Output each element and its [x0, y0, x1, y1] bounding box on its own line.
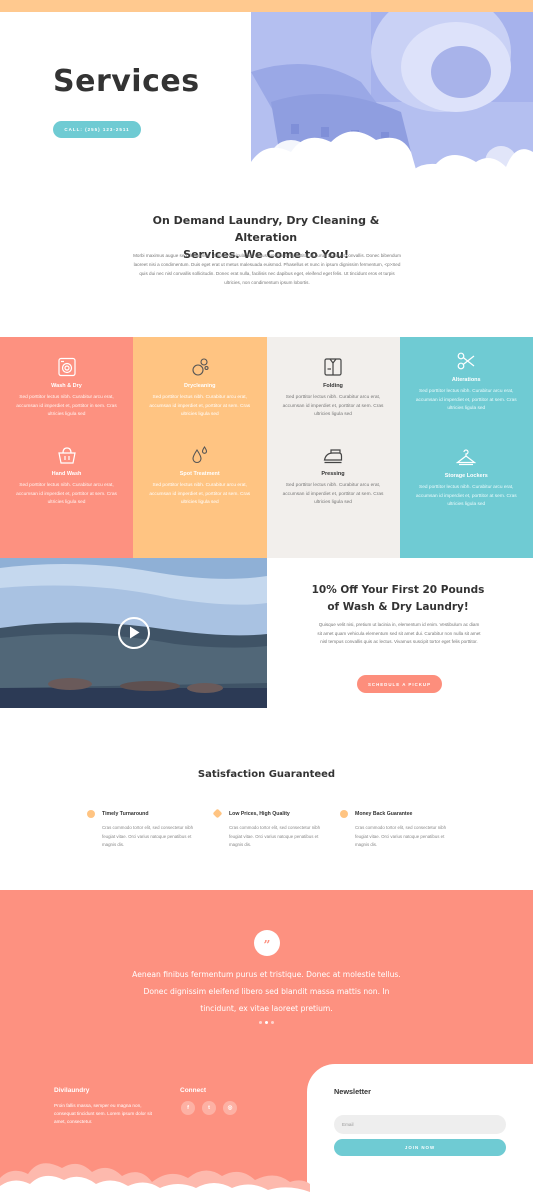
service-card: Folding Sed porttitor lectus nibh. Curab… — [267, 357, 400, 420]
service-name: Storage Lockers — [444, 473, 488, 479]
feature-desc: Cras commodo tortor elit, sed consectetu… — [102, 825, 194, 847]
service-card: Storage Lockers Sed porttitor lectus nib… — [400, 447, 533, 510]
call-button[interactable]: CALL: (255) 123-2511 — [53, 121, 141, 138]
service-card: Hand Wash Sed porttitor lectus nibh. Cur… — [0, 445, 133, 508]
footer-brand-text: Proin fallis massa, semper eu magna non,… — [54, 1103, 152, 1125]
service-name: Wash & Dry — [51, 383, 82, 389]
quote-line2: Donec dignissim eleifend libero sed blan… — [143, 987, 390, 996]
email-field[interactable]: Email — [334, 1115, 506, 1134]
service-desc: Sed porttitor lectus nibh. Curabitur arc… — [149, 395, 251, 418]
facebook-icon[interactable]: f — [181, 1101, 195, 1115]
instagram-icon[interactable]: ◎ — [223, 1101, 237, 1115]
decorative-clouds — [0, 1152, 310, 1196]
service-desc: Sed porttitor lectus nibh. Curabitur arc… — [282, 395, 384, 418]
slider-dot[interactable] — [259, 1021, 262, 1024]
twitter-icon[interactable]: t — [202, 1101, 216, 1115]
schedule-pickup-button[interactable]: SCHEDULE A PICKUP — [357, 675, 442, 693]
promo-text: Quisque velit nisi, pretium ut lacinia i… — [317, 622, 481, 645]
slider-dot-active[interactable] — [265, 1021, 268, 1024]
slider-dot[interactable] — [271, 1021, 274, 1024]
bubbles-icon — [190, 357, 210, 377]
service-name: Spot Treatment — [179, 471, 220, 477]
page-title: Services — [53, 64, 200, 99]
service-card: Spot Treatment Sed porttitor lectus nibh… — [133, 445, 266, 508]
service-desc: Sed porttitor lectus nibh. Curabitur arc… — [149, 483, 251, 506]
feature-title: Timely Turnaround — [102, 811, 149, 817]
promo-heading-line1: 10% Off Your First 20 Pounds — [311, 584, 485, 596]
intro-text: Morbi maximus augue sed dui cursus, ut a… — [133, 253, 401, 285]
quote-icon: ” — [254, 930, 280, 956]
service-desc: Sed porttitor lectus nibh. Curabitur arc… — [415, 485, 517, 508]
clock-icon — [87, 810, 95, 818]
drops-icon — [190, 445, 210, 465]
check-badge-icon — [340, 810, 348, 818]
service-name: Hand Wash — [51, 471, 82, 477]
satisfaction-heading: Satisfaction Guaranteed — [197, 769, 336, 780]
basket-icon — [57, 445, 77, 465]
hero-image — [251, 12, 533, 187]
play-button[interactable] — [118, 617, 150, 649]
scissors-icon — [456, 351, 476, 371]
iron-icon — [323, 445, 343, 465]
service-desc: Sed porttitor lectus nibh. Curabitur arc… — [16, 395, 117, 418]
service-card: Drycleaning Sed porttitor lectus nibh. C… — [133, 357, 266, 420]
top-accent-bar — [0, 0, 533, 12]
footer-brand-title: Divilaundry — [54, 1087, 90, 1094]
promo-heading: 10% Off Your First 20 Pounds of Wash & D… — [308, 582, 488, 616]
newsletter-title: Newsletter — [334, 1087, 371, 1096]
service-card: Pressing Sed porttitor lectus nibh. Cura… — [267, 445, 400, 508]
feature-desc: Cras commodo tortor elit, sed consectetu… — [229, 825, 321, 847]
service-name: Alterations — [451, 377, 481, 383]
service-name: Pressing — [321, 471, 345, 477]
quote-line1: Aenean finibus fermentum purus et tristi… — [132, 970, 401, 979]
service-desc: Sed porttitor lectus nibh. Curabitur arc… — [415, 389, 517, 412]
feature-title: Money Back Guarantee — [355, 811, 413, 817]
service-desc: Sed porttitor lectus nibh. Curabitur arc… — [282, 483, 384, 506]
footer-connect-title: Connect — [180, 1087, 206, 1094]
quote-line3: tincidunt, ex vitae laoreet pretium. — [200, 1004, 333, 1013]
intro-heading-line1: On Demand Laundry, Dry Cleaning & Altera… — [152, 214, 380, 244]
folded-shirt-icon — [323, 357, 343, 377]
feature-desc: Cras commodo tortor elit, sed consectetu… — [355, 825, 447, 847]
washing-machine-icon — [57, 357, 77, 377]
promo-heading-line2: of Wash & Dry Laundry! — [327, 601, 469, 613]
service-card: Wash & Dry Sed porttitor lectus nibh. Cu… — [0, 357, 133, 420]
service-name: Folding — [323, 383, 343, 389]
service-card: Alterations Sed porttitor lectus nibh. C… — [400, 351, 533, 414]
join-now-button[interactable]: JOIN NOW — [334, 1139, 506, 1156]
tag-icon — [212, 808, 223, 819]
service-name: Drycleaning — [184, 383, 216, 389]
testimonial-quote: Aenean finibus fermentum purus et tristi… — [110, 966, 423, 1017]
play-icon — [130, 626, 140, 639]
hanger-icon — [455, 447, 477, 467]
service-desc: Sed porttitor lectus nibh. Curabitur arc… — [16, 483, 117, 506]
feature-title: Low Prices, High Quality — [229, 811, 290, 817]
